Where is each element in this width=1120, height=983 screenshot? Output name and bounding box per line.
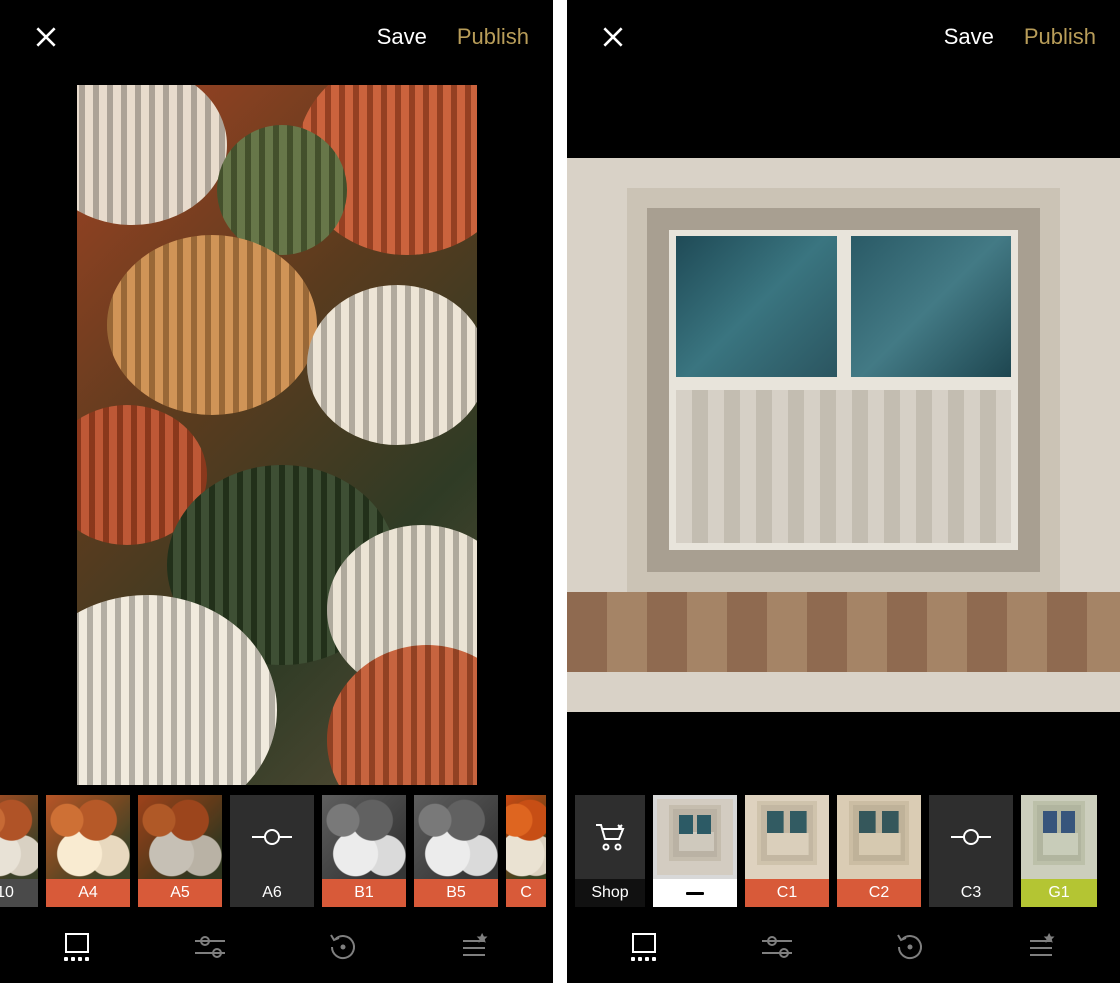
filter-thumb [506,795,546,879]
preview-image [567,158,1120,712]
bottom-nav [567,911,1120,983]
filter-tile-c2[interactable]: C2 [837,795,921,907]
filter-thumb [322,795,406,879]
filter-tile-c[interactable]: C [506,795,546,907]
editor-screen-right: Save Publish Shop [567,0,1120,983]
cart-icon [592,819,628,855]
save-button[interactable]: Save [377,24,427,50]
filter-thumb [1021,795,1097,879]
save-button[interactable]: Save [944,24,994,50]
filter-tile-c3[interactable]: C3 [929,795,1013,907]
filter-thumb [138,795,222,879]
slider-icon [951,836,991,838]
filter-label [653,879,737,907]
filter-thumb [575,795,645,879]
filter-tile-a4[interactable]: A4 [46,795,130,907]
header-actions: Save Publish [944,24,1096,50]
filter-label: Shop [575,879,645,907]
filter-label: 10 [0,879,38,907]
nav-history[interactable] [884,921,936,973]
filter-label: C2 [837,879,921,907]
filter-label: C [506,879,546,907]
recipe-icon [1026,933,1060,961]
filter-thumb [414,795,498,879]
filter-thumb [653,795,737,879]
filter-label: B5 [414,879,498,907]
filter-strip[interactable]: 10 A4 A5 A6 B1 B5 C [0,795,553,911]
filter-strip[interactable]: Shop C1 C2 C3 G1 [567,795,1120,911]
filter-thumb [230,795,314,879]
nav-recipe[interactable] [450,921,502,973]
shop-tile[interactable]: Shop [575,795,645,907]
preview-area[interactable] [567,74,1120,795]
close-icon [33,24,59,50]
filter-tile-10[interactable]: 10 [0,795,38,907]
preview-image [77,85,477,785]
publish-button[interactable]: Publish [1024,24,1096,50]
close-button[interactable] [591,15,635,59]
nav-adjust[interactable] [184,921,236,973]
history-icon [893,930,927,964]
filter-label: B1 [322,879,406,907]
presets-icon [630,933,658,961]
filter-thumb [46,795,130,879]
filter-tile-a6[interactable]: A6 [230,795,314,907]
header-actions: Save Publish [377,24,529,50]
filter-tile-b1[interactable]: B1 [322,795,406,907]
editor-screen-left: Save Publish 10 A4 A5 [0,0,553,983]
filter-thumb [745,795,829,879]
filter-tile-b5[interactable]: B5 [414,795,498,907]
nav-history[interactable] [317,921,369,973]
filter-tile-c1[interactable]: C1 [745,795,829,907]
filter-label: C3 [929,879,1013,907]
filter-label: A5 [138,879,222,907]
header: Save Publish [567,0,1120,74]
filter-label: A4 [46,879,130,907]
history-icon [326,930,360,964]
nav-presets[interactable] [618,921,670,973]
filter-label: G1 [1021,879,1097,907]
minus-icon [686,892,704,895]
header: Save Publish [0,0,553,74]
bottom-nav [0,911,553,983]
sliders-icon [760,933,794,961]
slider-icon [252,836,292,838]
filter-thumb [929,795,1013,879]
preview-area[interactable] [0,74,553,795]
presets-icon [63,933,91,961]
nav-presets[interactable] [51,921,103,973]
publish-button[interactable]: Publish [457,24,529,50]
sliders-icon [193,933,227,961]
nav-recipe[interactable] [1017,921,1069,973]
filter-tile-none[interactable] [653,795,737,907]
recipe-icon [459,933,493,961]
nav-adjust[interactable] [751,921,803,973]
filter-tile-a5[interactable]: A5 [138,795,222,907]
filter-label: C1 [745,879,829,907]
filter-thumb [837,795,921,879]
filter-thumb [0,795,38,879]
filter-label: A6 [230,879,314,907]
close-icon [600,24,626,50]
close-button[interactable] [24,15,68,59]
filter-tile-g1[interactable]: G1 [1021,795,1097,907]
